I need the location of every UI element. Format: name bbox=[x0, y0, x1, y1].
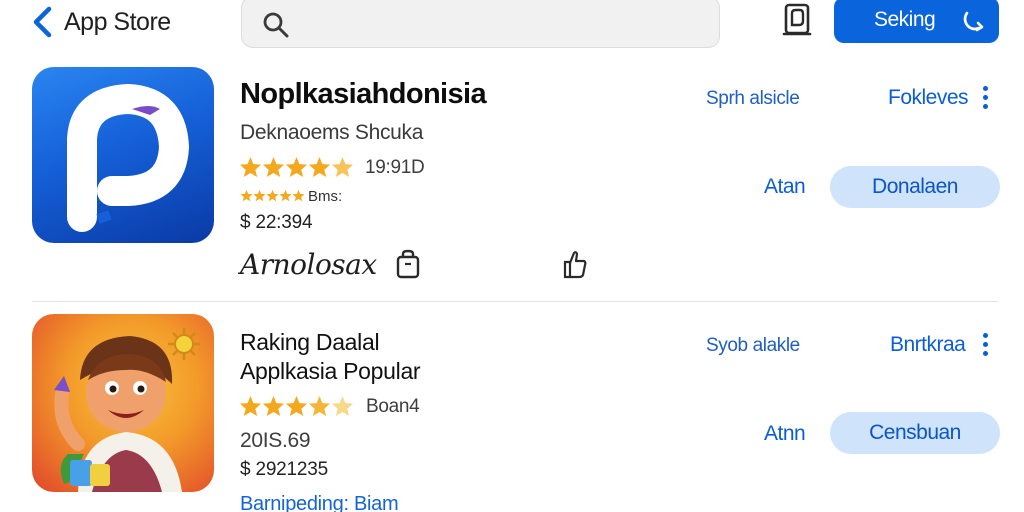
bnrtkraa-link[interactable]: Bnrtkraa bbox=[890, 333, 966, 357]
star-icon bbox=[331, 395, 354, 417]
app-price: $ 2921235 bbox=[240, 459, 329, 480]
star-icon bbox=[253, 189, 266, 202]
p-logo-icon bbox=[67, 84, 189, 232]
star-icon bbox=[331, 156, 354, 178]
download-count: 20IS.69 bbox=[240, 429, 311, 452]
star-icon bbox=[279, 189, 292, 202]
star-icon bbox=[292, 189, 305, 202]
app-icon-noplkasia[interactable] bbox=[32, 67, 214, 243]
back-label: App Store bbox=[64, 7, 171, 36]
right-info-text: Sprh alsicle bbox=[706, 88, 800, 109]
fokleves-link[interactable]: Fokleves bbox=[888, 86, 969, 110]
get-button[interactable]: Censbuan bbox=[830, 412, 1000, 454]
star-icon bbox=[239, 395, 262, 417]
cartoon-character-icon bbox=[54, 328, 200, 492]
star-rating bbox=[239, 156, 354, 178]
more-options-icon[interactable] bbox=[983, 333, 989, 356]
download-button[interactable]: Donalaen bbox=[830, 166, 1000, 208]
bag-button[interactable] bbox=[395, 249, 421, 284]
secondary-action-link[interactable]: Atnn bbox=[764, 422, 806, 446]
like-button[interactable] bbox=[562, 249, 588, 284]
secondary-action-link[interactable]: Atan bbox=[764, 175, 806, 199]
category-link[interactable]: Barnipeding: Biam bbox=[240, 493, 399, 512]
small-star-rating bbox=[240, 189, 305, 202]
refresh-icon bbox=[963, 11, 984, 32]
search-icon bbox=[263, 12, 289, 38]
rating-count: 19:91D bbox=[365, 157, 425, 178]
star-rating bbox=[239, 395, 354, 417]
rating-count: Boan4 bbox=[366, 396, 420, 417]
app-developer: Deknaoems Shcuka bbox=[240, 121, 424, 144]
star-icon bbox=[262, 156, 285, 178]
star-icon bbox=[266, 189, 279, 202]
app-price: $ 22:394 bbox=[240, 212, 313, 233]
star-icon bbox=[240, 189, 253, 202]
star-icon bbox=[308, 156, 331, 178]
clipboard-icon bbox=[782, 3, 812, 36]
star-icon bbox=[285, 156, 308, 178]
app-name[interactable]: Noplkasiahdonisia bbox=[240, 78, 487, 111]
star-icon bbox=[239, 156, 262, 178]
right-info-text: Syob alakle bbox=[706, 335, 800, 356]
chevron-left-icon bbox=[33, 6, 52, 38]
small-rating-label: Bms: bbox=[308, 188, 343, 205]
seking-button-label: Seking bbox=[874, 8, 936, 31]
star-icon bbox=[262, 395, 285, 417]
seking-button[interactable]: Seking bbox=[834, 0, 999, 43]
shopping-bag-icon bbox=[396, 249, 420, 279]
app-subtitle: Applkasia Popular bbox=[240, 358, 421, 384]
star-icon bbox=[308, 395, 331, 417]
back-button[interactable]: App Store bbox=[30, 4, 171, 40]
clipboard-button[interactable] bbox=[778, 0, 816, 40]
row-divider bbox=[32, 301, 998, 302]
more-options-icon[interactable] bbox=[983, 86, 989, 109]
app-icon-raking[interactable] bbox=[32, 314, 214, 492]
star-icon bbox=[285, 395, 308, 417]
thumbs-up-icon bbox=[563, 251, 587, 279]
app-name[interactable]: Raking Daalal bbox=[240, 329, 380, 356]
search-input[interactable] bbox=[241, 0, 720, 48]
extra-label: Arnolosax bbox=[240, 248, 377, 281]
